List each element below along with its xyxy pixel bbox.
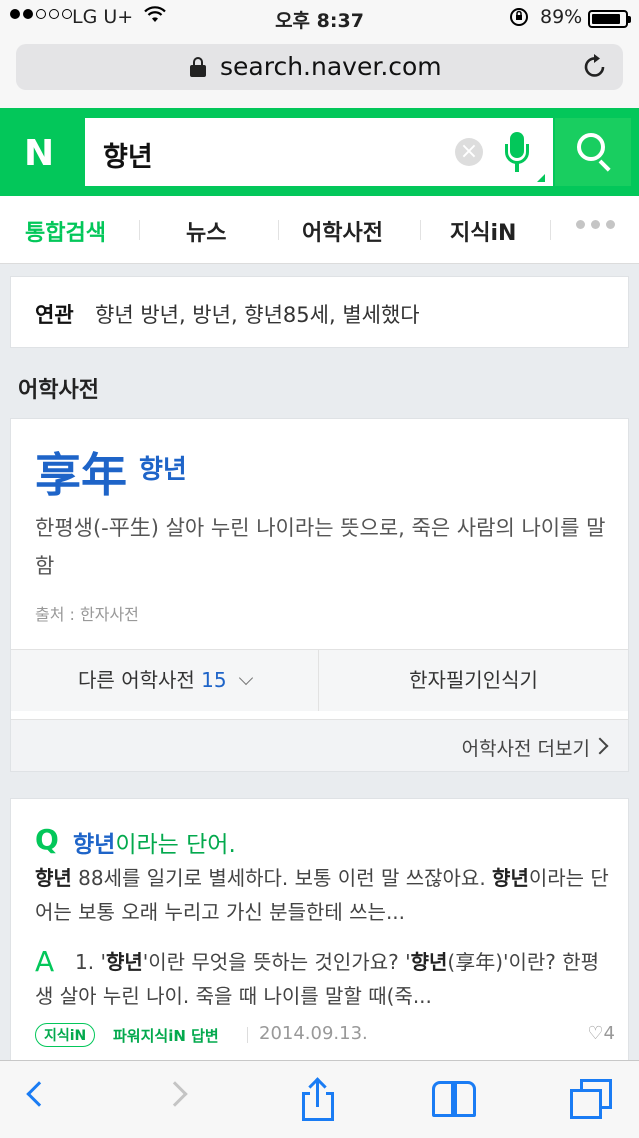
back-icon[interactable]	[26, 1081, 52, 1107]
kin-badge: 지식iN	[35, 1023, 96, 1047]
answer-snippet: 1. '향년'이란 무엇을 뜻하는 것인가요? '향년(享年)'이란? 한평생 …	[35, 950, 600, 1008]
forward-icon[interactable]	[162, 1081, 188, 1107]
share-icon[interactable]	[302, 1077, 334, 1123]
related-searches: 연관 향년 방년, 방년, 향년85세, 별세했다	[10, 276, 629, 348]
tabs-icon[interactable]	[570, 1079, 614, 1121]
clear-icon[interactable]: ×	[455, 138, 483, 166]
browser-toolbar	[0, 1060, 639, 1138]
like-count[interactable]: ♡4	[587, 1023, 615, 1044]
dictionary-more-link[interactable]: 어학사전 더보기	[11, 719, 628, 771]
dictionary-more-label: 어학사전 더보기	[461, 738, 590, 760]
address-bar[interactable]: search.naver.com	[16, 44, 623, 90]
question-icon: Q	[35, 823, 59, 856]
search-input[interactable]: 향년 ×	[85, 118, 553, 186]
bookmarks-icon[interactable]	[432, 1081, 478, 1119]
naver-logo[interactable]: N	[24, 136, 54, 172]
microphone-icon[interactable]	[505, 132, 529, 174]
kin-card: Q 향년이라는 단어. 향년 88세를 일기로 별세하다. 보통 이런 말 쓰잖…	[10, 798, 629, 1060]
answer-meta: 지식iN 파워지식iN 답변 2014.09.13. ♡4	[35, 1021, 615, 1049]
more-tabs-icon[interactable]	[576, 220, 615, 229]
heart-icon: ♡	[587, 1023, 604, 1044]
dictionary-card: 享年 향년 한평생(-平生) 살아 누린 나이라는 뜻으로, 죽은 사람의 나이…	[10, 418, 629, 772]
url-text[interactable]: search.naver.com	[220, 52, 442, 81]
chevron-down-icon	[238, 670, 254, 686]
question-snippet: 향년 88세를 일기로 별세하다. 보통 이런 말 쓰잖아요. 향년이라는 단어…	[35, 866, 609, 924]
answer-date: 2014.09.13.	[259, 1023, 368, 1044]
search-icon	[577, 133, 605, 161]
section-title-dictionary: 어학사전	[18, 378, 99, 403]
search-tabs: 통합검색 뉴스 어학사전 지식iN	[0, 196, 639, 264]
browser-chrome: LG U+ 오후 8:37 89% search.naver.com	[0, 0, 639, 108]
dictionary-meaning: 한평생(-平生) 살아 누린 나이라는 뜻으로, 죽은 사람의 나이를 말함	[35, 516, 606, 578]
tab-integrated[interactable]: 통합검색	[25, 215, 106, 247]
tab-kin[interactable]: 지식iN	[450, 215, 516, 247]
search-button[interactable]	[555, 118, 631, 186]
tab-news[interactable]: 뉴스	[186, 215, 226, 247]
dictionary-headword[interactable]: 享年	[35, 439, 127, 505]
dictionary-reading[interactable]: 향년	[139, 449, 187, 486]
chevron-right-icon	[591, 737, 609, 755]
search-header: N 향년 ×	[0, 108, 639, 196]
hanja-handwriting-button[interactable]: 한자필기인식기	[319, 650, 628, 711]
lock-icon	[190, 57, 206, 77]
tab-dictionary[interactable]: 어학사전	[302, 215, 383, 247]
answer-type: 파워지식iN 답변	[113, 1027, 219, 1045]
related-label: 연관	[35, 303, 74, 327]
search-query[interactable]: 향년	[103, 135, 153, 174]
voice-options-indicator	[537, 174, 545, 182]
dictionary-source: 출처 : 한자사전	[35, 605, 139, 624]
dictionary-actions: 다른 어학사전 15 한자필기인식기	[11, 649, 628, 711]
rotation-lock-icon	[508, 6, 530, 33]
related-keywords[interactable]: 향년 방년, 방년, 향년85세, 별세했다	[95, 299, 420, 329]
battery-percent: 89%	[540, 6, 583, 28]
battery-icon	[588, 10, 631, 28]
other-dictionaries-button[interactable]: 다른 어학사전 15	[11, 650, 319, 711]
other-dictionaries-count: 15	[201, 668, 227, 692]
reload-icon[interactable]	[582, 52, 608, 87]
other-dictionaries-label: 다른 어학사전	[78, 668, 195, 692]
question-title[interactable]: 향년이라는 단어.	[73, 825, 236, 859]
status-bar: LG U+ 오후 8:37 89%	[0, 0, 639, 36]
